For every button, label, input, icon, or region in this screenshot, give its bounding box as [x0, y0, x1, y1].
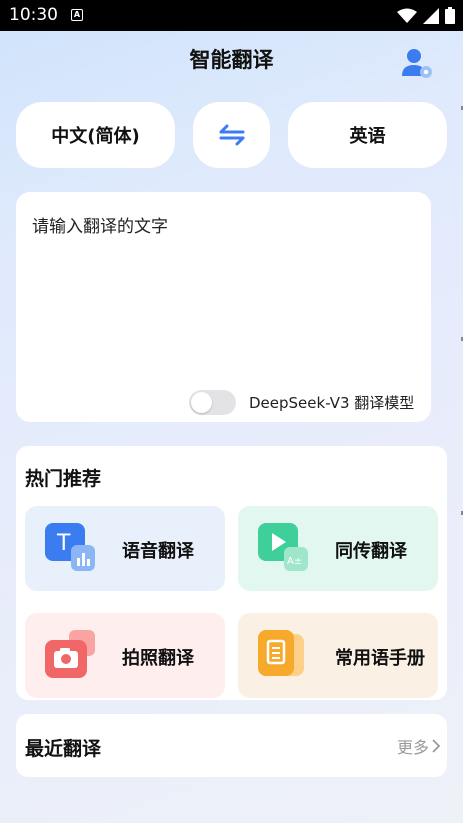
phrasebook-tile[interactable]: 常用语手册	[238, 613, 438, 698]
source-language-button[interactable]: 中文(简体)	[16, 102, 175, 168]
input-placeholder: 请输入翻译的文字	[32, 217, 168, 237]
target-language-label: 英语	[349, 126, 386, 147]
model-label: DeepSeek-V3 翻译模型	[249, 394, 415, 412]
svg-text:A±: A±	[287, 556, 302, 567]
voice-translate-tile[interactable]: T 语音翻译	[25, 506, 225, 591]
voice-translate-label: 语音翻译	[122, 541, 194, 562]
simultaneous-translate-label: 同传翻译	[335, 541, 407, 562]
more-link[interactable]: 更多	[397, 734, 441, 758]
svg-text:T: T	[56, 531, 71, 556]
phrasebook-label: 常用语手册	[335, 648, 425, 669]
simultaneous-translate-tile[interactable]: A± 同传翻译	[238, 506, 438, 591]
model-toggle[interactable]	[189, 390, 236, 415]
recommend-section: 热门推荐 T 语音翻译 A± 同传翻译 拍照翻译 常用语手册	[16, 446, 447, 700]
swap-arrows-icon	[219, 124, 244, 146]
page-title: 智能翻译	[189, 48, 274, 72]
more-label: 更多	[396, 738, 429, 757]
camera-translate-tile[interactable]: 拍照翻译	[25, 613, 225, 698]
camera-translate-label: 拍照翻译	[122, 648, 194, 669]
wifi-icon	[397, 8, 417, 23]
status-bar: 10:30 A	[0, 0, 463, 31]
chevron-right-icon	[432, 739, 441, 753]
simultaneous-translate-icon: A±	[258, 523, 308, 571]
recent-title: 最近翻译	[25, 738, 102, 760]
swap-languages-button[interactable]	[193, 102, 270, 168]
recommend-title: 热门推荐	[25, 468, 102, 490]
recent-translations-section: 最近翻译 更多	[16, 714, 447, 777]
translation-input-area[interactable]: 请输入翻译的文字 DeepSeek-V3 翻译模型	[16, 192, 431, 422]
phrasebook-icon	[258, 630, 304, 676]
battery-icon	[445, 7, 455, 24]
user-avatar-icon[interactable]	[400, 46, 434, 80]
target-language-button[interactable]: 英语	[288, 102, 447, 168]
status-icons	[397, 7, 455, 24]
camera-translate-icon	[45, 630, 95, 678]
voice-translate-icon: T	[45, 523, 95, 571]
status-time: 10:30	[9, 5, 58, 25]
notification-badge-icon: A	[71, 9, 83, 21]
toggle-knob	[191, 392, 212, 413]
source-language-label: 中文(简体)	[51, 126, 140, 147]
signal-icon	[423, 7, 439, 24]
